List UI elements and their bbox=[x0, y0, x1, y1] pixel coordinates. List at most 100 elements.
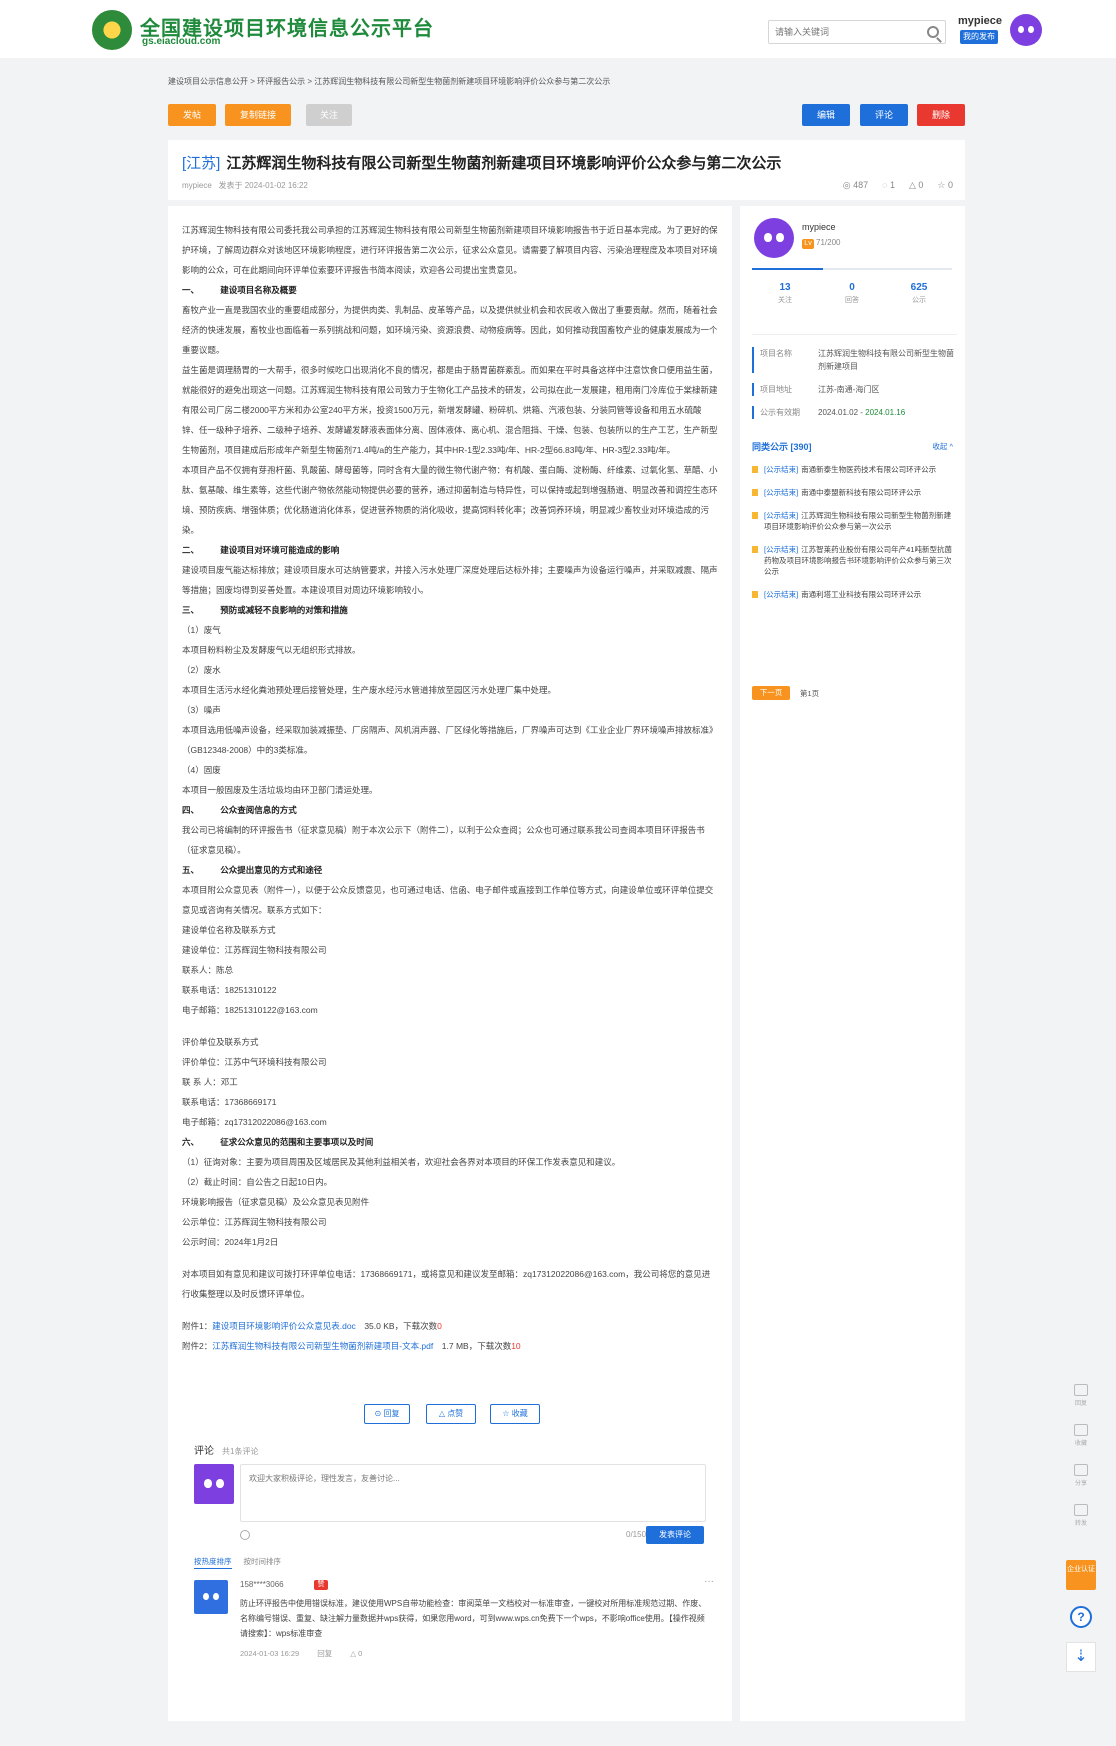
post-time: 发表于 2024-01-02 16:22 bbox=[218, 181, 308, 190]
follow-button[interactable]: 关注 bbox=[306, 104, 352, 126]
document-icon bbox=[752, 512, 758, 519]
header-avatar[interactable] bbox=[1010, 14, 1042, 46]
star-icon bbox=[1074, 1424, 1088, 1436]
help-icon[interactable]: ? bbox=[1070, 1606, 1092, 1628]
post-meta: mypiece 发表于 2024-01-02 16:22 bbox=[182, 180, 308, 191]
stat-following[interactable]: 13 关注 bbox=[752, 282, 818, 305]
submit-comment-button[interactable]: 发表评论 bbox=[646, 1526, 704, 1544]
article-paragraph: 联系电话：18251310122 bbox=[182, 985, 277, 995]
edit-button[interactable]: 编辑 bbox=[802, 104, 850, 126]
comments-count: ◌ 1 bbox=[882, 180, 895, 190]
comment-author-avatar[interactable] bbox=[194, 1580, 228, 1614]
article-card: 江苏辉润生物科技有限公司委托我公司承担的江苏辉润生物科技有限公司新型生物菌剂新建… bbox=[168, 206, 732, 1721]
article-paragraph: 联系电话：17368669171 bbox=[182, 1097, 277, 1107]
article-paragraph: 联 系 人：邓工 bbox=[182, 1077, 238, 1087]
article-paragraph: （3）噪声 bbox=[182, 705, 221, 715]
related-list: [公示结束] 南通新泰生物医药技术有限公司环评公示 [公示结束] 南通中泰盟新科技有限… bbox=[752, 464, 957, 612]
article-body: 江苏辉润生物科技有限公司委托我公司承担的江苏辉润生物科技有限公司新型生物菌剂新建… bbox=[182, 220, 718, 1356]
header-user-name[interactable]: mypiece bbox=[958, 15, 1002, 27]
document-icon bbox=[752, 466, 758, 473]
attachment-row: 附件2：江苏辉润生物科技有限公司新型生物菌剂新建项目-文本.pdf 1.7 MB… bbox=[182, 1341, 521, 1351]
sort-by-hot-tab[interactable]: 按热度排序 bbox=[194, 1557, 232, 1569]
section-heading: 四、 公众查阅信息的方式 bbox=[182, 805, 297, 815]
info-project-location: 项目地址 江苏-南通-海门区 bbox=[752, 383, 957, 396]
article-paragraph: 本项目一般固废及生活垃圾均由环卫部门清运处理。 bbox=[182, 785, 378, 795]
like-action-button[interactable]: △ 点赞 bbox=[426, 1404, 476, 1424]
document-icon bbox=[752, 546, 758, 553]
post-button[interactable]: 发帖 bbox=[168, 104, 216, 126]
comment-header: 评论 共1条评论 bbox=[194, 1446, 259, 1457]
section-heading: 六、 征求公众意见的范围和主要事项以及时间 bbox=[182, 1137, 374, 1147]
document-icon bbox=[752, 489, 758, 496]
article-paragraph: 本项目生活污水经化粪池预处理后接管处理，生产废水经污水管道排放至园区污水处理厂集… bbox=[182, 685, 557, 695]
float-reply-button[interactable]: 回复 bbox=[1066, 1384, 1096, 1407]
comment-like[interactable]: △ 0 bbox=[350, 1649, 362, 1658]
float-share-button[interactable]: 分享 bbox=[1066, 1464, 1096, 1487]
search-icon[interactable] bbox=[927, 26, 939, 38]
comment-reply-link[interactable]: 回复 bbox=[317, 1649, 332, 1658]
download-icon[interactable]: ⇣ bbox=[1066, 1642, 1096, 1672]
author-name[interactable]: mypiece bbox=[802, 222, 836, 232]
province-tag[interactable]: [江苏] bbox=[182, 155, 220, 172]
comment-time: 2024-01-03 16:29 bbox=[240, 1649, 300, 1658]
favorite-action-button[interactable]: ☆ 收藏 bbox=[490, 1404, 540, 1424]
my-posts-badge[interactable]: 我的发布 bbox=[960, 30, 998, 44]
info-publicity-period: 公示有效期 2024.01.02 - 2024.01.16 bbox=[752, 406, 957, 419]
comment-author-badge: 赞 bbox=[314, 1580, 328, 1590]
favorites-count[interactable]: ☆ 0 bbox=[937, 180, 953, 190]
related-item[interactable]: [公示结束] 江苏智莱药业股份有限公司年产41吨新型抗菌药物及项目环境影响报告书环… bbox=[752, 544, 957, 577]
related-item[interactable]: [公示结束] 南通中泰盟新科技有限公司环评公示 bbox=[752, 487, 957, 498]
article-paragraph: 建设单位名称及联系方式 bbox=[182, 925, 276, 935]
breadcrumb[interactable]: 建设项目公示信息公开 > 环评报告公示 > 江苏辉润生物科技有限公司新型生物菌剂… bbox=[168, 76, 610, 87]
search-input[interactable] bbox=[775, 24, 915, 40]
copy-link-button[interactable]: 复制链接 bbox=[225, 104, 291, 126]
float-forward-button[interactable]: 转发 bbox=[1066, 1504, 1096, 1527]
article-paragraph: 本项目粉料粉尘及发酵废气以无组织形式排放。 bbox=[182, 645, 361, 655]
title-card: [江苏] 江苏辉润生物科技有限公司新型生物菌剂新建项目环境影响评价公众参与第二次公… bbox=[168, 140, 965, 200]
more-options-icon[interactable]: ··· bbox=[704, 1576, 714, 1587]
article-paragraph: 建设项目废气能达标排放；建设项目废水可达纳管要求，并接入污水处理厂深度处理后达标… bbox=[182, 565, 718, 595]
commenter-avatar bbox=[194, 1464, 234, 1504]
article-paragraph: 评价单位：江苏中气环境科技有限公司 bbox=[182, 1057, 327, 1067]
stat-publications[interactable]: 625 公示 bbox=[886, 282, 952, 305]
emoji-icon[interactable] bbox=[240, 1530, 250, 1540]
comment-text: 防止环评报告中使用错误标准，建议使用WPS自带功能检查：审阅菜单一文档校对一标准… bbox=[240, 1599, 707, 1638]
platform-domain: gs.eiacloud.com bbox=[142, 36, 221, 47]
article-paragraph: 对本项目如有意见和建议可拨打环评单位电话：17368669171，或将意见和建议… bbox=[182, 1269, 711, 1299]
author-avatar[interactable] bbox=[754, 218, 794, 258]
search-box[interactable] bbox=[768, 20, 946, 44]
views-count: ◎ 487 bbox=[842, 180, 869, 190]
comment-author[interactable]: 158****3066 bbox=[240, 1580, 284, 1589]
article-paragraph: （2）截止时间：自公告之日起10日内。 bbox=[182, 1177, 333, 1187]
author-link[interactable]: mypiece bbox=[182, 181, 212, 190]
float-favorite-button[interactable]: 收藏 bbox=[1066, 1424, 1096, 1447]
char-counter: 0/150 bbox=[626, 1530, 647, 1539]
article-paragraph: 本项目选用低噪声设备，经采取加装减振垫、厂房隔声、风机消声器、厂区绿化等措施后，… bbox=[182, 725, 718, 755]
page-indicator: 第1页 bbox=[800, 689, 820, 698]
platform-logo-icon[interactable] bbox=[92, 10, 132, 50]
reply-action-button[interactable]: ⊙ 回复 bbox=[364, 1404, 410, 1424]
attachment-link[interactable]: 建设项目环境影响评价公众意见表.doc bbox=[212, 1321, 356, 1331]
comment-button[interactable]: 评论 bbox=[860, 104, 908, 126]
article-paragraph: 环境影响报告（征求意见稿）及公众意见表见附件 bbox=[182, 1197, 370, 1207]
collapse-toggle[interactable]: 收起 ^ bbox=[932, 441, 953, 452]
related-item[interactable]: [公示结束] 江苏辉润生物科技有限公司新型生物菌剂新建项目环境影响评价公众参与第一… bbox=[752, 510, 957, 532]
article-paragraph: 公示时间：2024年1月2日 bbox=[182, 1237, 279, 1247]
likes-count[interactable]: △ 0 bbox=[909, 180, 923, 190]
score-progress-bar bbox=[752, 268, 952, 270]
chat-icon bbox=[1074, 1384, 1088, 1396]
section-heading: 五、 公众提出意见的方式和途径 bbox=[182, 865, 323, 875]
related-item[interactable]: [公示结束] 南通利塔工业科技有限公司环评公示 bbox=[752, 589, 957, 600]
author-sidebar: mypiece Lv 71/200 13 关注 0 回答 625 公示 项目名称 江苏辉润… bbox=[740, 206, 965, 1721]
enterprise-auth-button[interactable]: 企业认证 bbox=[1066, 1560, 1096, 1590]
related-item[interactable]: [公示结束] 南通新泰生物医药技术有限公司环评公示 bbox=[752, 464, 957, 475]
stat-answers[interactable]: 0 回答 bbox=[819, 282, 885, 305]
delete-button[interactable]: 删除 bbox=[917, 104, 965, 126]
next-page-button[interactable]: 下一页 bbox=[752, 686, 790, 700]
attachment-link[interactable]: 江苏辉润生物科技有限公司新型生物菌剂新建项目-文本.pdf bbox=[212, 1341, 433, 1351]
attachment-row: 附件1：建设项目环境影响评价公众意见表.doc 35.0 KB，下载次数0 bbox=[182, 1321, 442, 1331]
author-score: Lv 71/200 bbox=[802, 238, 840, 249]
comment-input[interactable] bbox=[240, 1464, 706, 1522]
sort-by-time-tab[interactable]: 按时间排序 bbox=[244, 1557, 282, 1566]
